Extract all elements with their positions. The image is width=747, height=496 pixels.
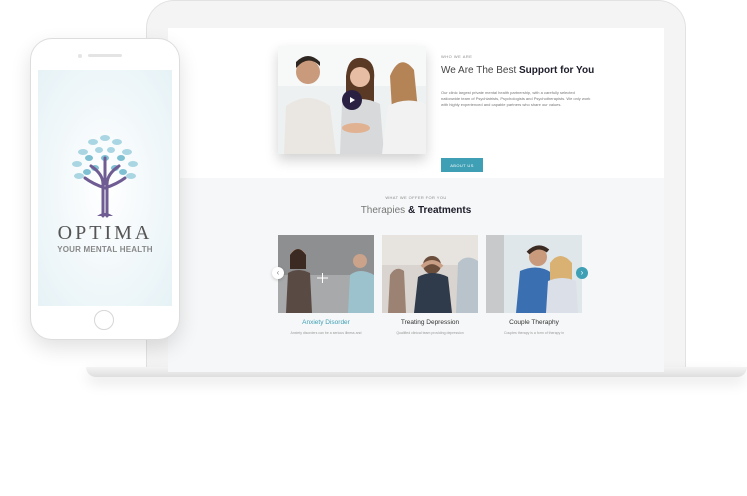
therapy-card-anxiety[interactable] [278, 235, 374, 313]
carousel-next-button[interactable]: › [576, 267, 588, 279]
phone-home-button[interactable] [94, 310, 114, 330]
about-section: WHO WE ARE We Are The Best Support for Y… [168, 28, 664, 178]
about-eyebrow: WHO WE ARE [441, 54, 473, 59]
about-text: WHO WE ARE We Are The Best Support for Y… [441, 54, 641, 172]
therapies-title: Therapies & Treatments [168, 205, 664, 216]
about-photo [278, 46, 426, 154]
about-body: Our clinic largest private mental health… [441, 90, 591, 107]
tree-logo-icon [72, 135, 138, 218]
couple-photo [486, 235, 582, 313]
card-label-depression[interactable]: Treating Depression [382, 319, 478, 326]
play-icon [350, 97, 355, 103]
about-title-prefix: We Are The Best [441, 65, 517, 76]
therapies-eyebrow: WHAT WE OFFER FOR YOU [385, 195, 447, 200]
card-label-couple[interactable]: Couple Theraphy [486, 319, 582, 326]
therapy-card-depression[interactable] [382, 235, 478, 313]
therapy-card-couple[interactable] [486, 235, 582, 313]
carousel-prev-button[interactable]: ‹ [272, 267, 284, 279]
about-us-button[interactable]: ABOUT US [441, 158, 483, 172]
phone-camera [78, 54, 82, 58]
anxiety-photo [278, 235, 374, 313]
depression-photo [382, 235, 478, 313]
about-title-bold: Support for You [519, 65, 595, 76]
card-desc-depression: Qualified clinical team providing depres… [396, 331, 464, 335]
laptop-screen: WHO WE ARE We Are The Best Support for Y… [168, 28, 664, 372]
chevron-right-icon: › [580, 268, 584, 277]
therapies-title-bold: & Treatments [407, 205, 472, 216]
play-button[interactable] [342, 90, 362, 110]
card-desc-anxiety: Anxiety disorders can be a serious illne… [290, 331, 362, 335]
card-label-anxiety[interactable]: Anxiety Disorder [278, 319, 374, 326]
brand-name: OPTIMA [57, 222, 153, 244]
chevron-left-icon: ‹ [276, 268, 280, 277]
phone-speaker [88, 54, 122, 57]
brand-tagline: YOUR MENTAL HEALTH [57, 245, 153, 254]
phone-screen: OPTIMA YOUR MENTAL HEALTH [38, 70, 172, 306]
about-title: We Are The Best Support for You [441, 65, 641, 76]
therapies-title-prefix: Therapies [360, 205, 406, 216]
card-desc-couple: Couples therapy is a form of therapy in [503, 331, 565, 335]
therapies-section: WHAT WE OFFER FOR YOU Therapies & Treatm… [168, 178, 664, 372]
